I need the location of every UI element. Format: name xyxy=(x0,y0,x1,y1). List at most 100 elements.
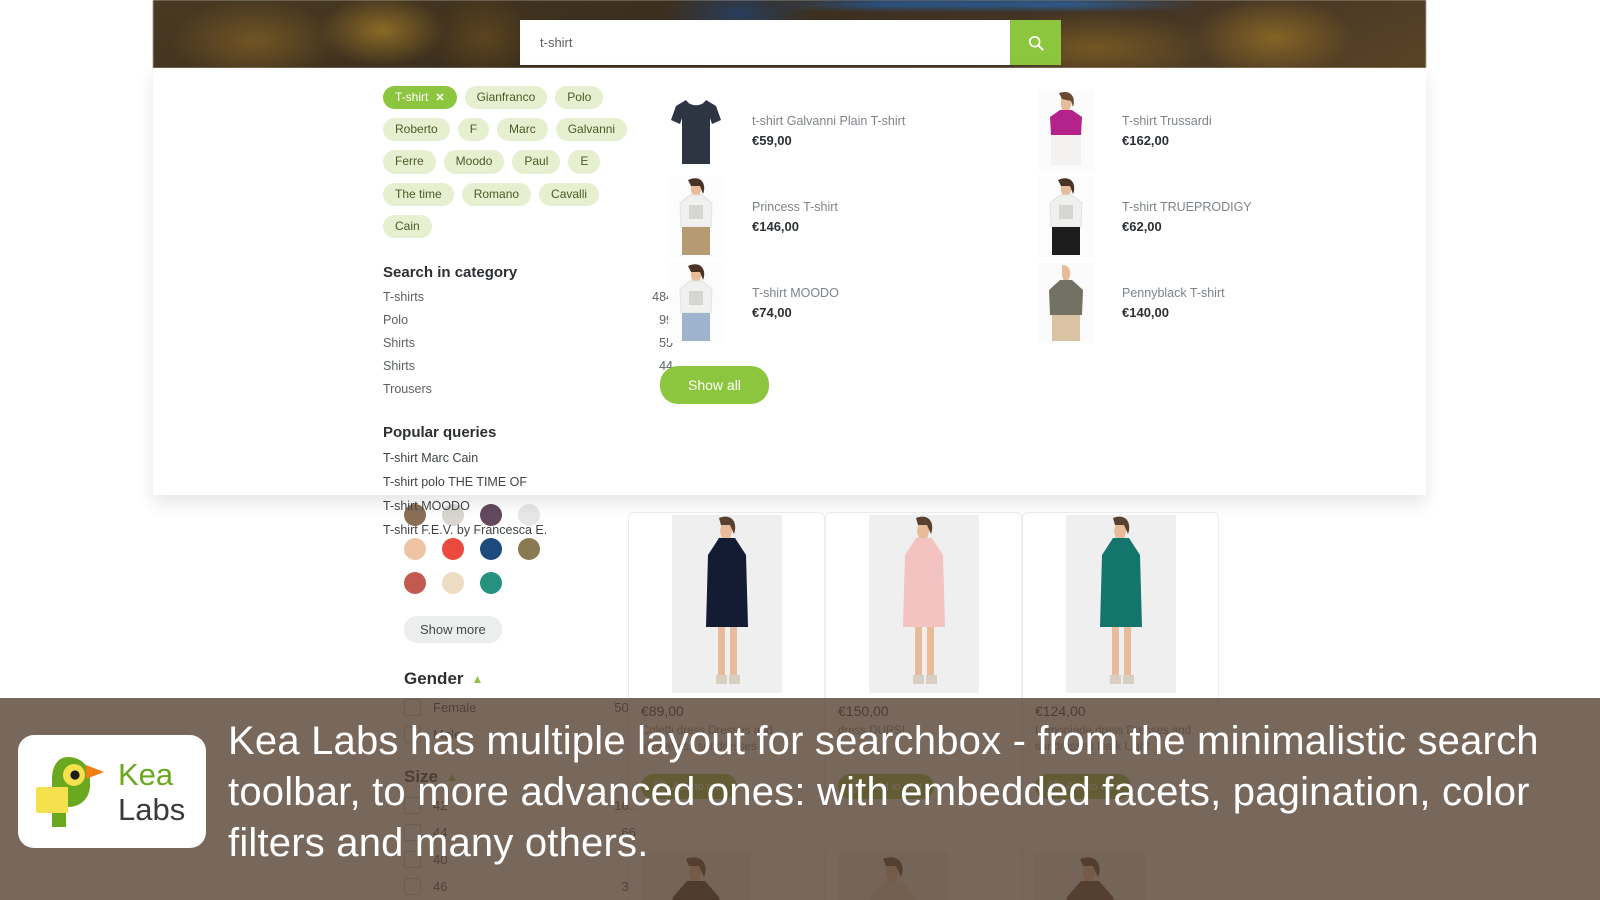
category-row[interactable]: Shirts 44 xyxy=(383,359,673,373)
category-row[interactable]: Shirts 55 xyxy=(383,336,673,350)
category-name: T-shirts xyxy=(383,289,424,304)
popular-queries-heading: Popular queries xyxy=(383,423,497,441)
brand-tag-label: Marc xyxy=(509,122,536,137)
show-all-button[interactable]: Show all xyxy=(660,366,769,404)
color-swatch[interactable] xyxy=(404,538,426,560)
search-icon xyxy=(1028,35,1044,51)
result-thumbnail xyxy=(1030,88,1102,174)
color-swatch[interactable] xyxy=(442,538,464,560)
facet-gender-title[interactable]: Gender ▲ xyxy=(404,669,636,689)
result-name: T-shirt MOODO xyxy=(752,286,839,300)
result-name: T-shirt TRUEPRODIGY xyxy=(1122,200,1252,214)
result-item[interactable]: T-shirt MOODO €74,00 xyxy=(660,260,1030,346)
facet-gender-label: Gender xyxy=(404,669,464,688)
brand-tag[interactable]: Gianfranco xyxy=(464,86,548,110)
result-price: €62,00 xyxy=(1122,219,1162,234)
result-name: t-shirt Galvanni Plain T-shirt xyxy=(752,114,906,128)
brand-tag-label: The time xyxy=(395,186,442,201)
result-item[interactable]: Princess T-shirt €146,00 xyxy=(660,174,1030,260)
brand-tag[interactable]: Polo xyxy=(555,86,604,110)
result-meta: Pennyblack T-shirt €140,00 xyxy=(1122,286,1225,320)
brand-tag-label: Galvanni xyxy=(567,122,616,137)
result-thumbnail xyxy=(660,260,732,346)
result-price: €140,00 xyxy=(1122,305,1169,320)
brand-tag[interactable]: Galvanni xyxy=(555,118,628,142)
result-meta: t-shirt Galvanni Plain T-shirt €59,00 xyxy=(752,114,905,148)
color-swatch[interactable] xyxy=(480,572,502,594)
result-price: €162,00 xyxy=(1122,133,1169,148)
category-name: Shirts xyxy=(383,335,415,350)
popular-query[interactable]: T-shirt polo THE TIME OF xyxy=(383,475,673,489)
brand-tag[interactable]: Cain xyxy=(383,214,432,238)
product-image xyxy=(1035,513,1206,693)
brand-tag[interactable]: Paul xyxy=(512,150,561,174)
result-meta: Princess T-shirt €146,00 xyxy=(752,200,838,234)
brand-tag-label: Roberto xyxy=(395,122,438,137)
popular-query[interactable]: T-shirt F.E.V. by Francesca E. xyxy=(383,523,673,537)
result-thumbnail xyxy=(1030,260,1102,346)
result-name: Pennyblack T-shirt xyxy=(1122,286,1225,300)
category-list: T-shirts 484 Polo 99 Shirts 55 Shirts 44 Trouser… xyxy=(383,290,673,396)
result-thumbnail xyxy=(660,174,732,260)
brand-tag-label: T-shirt xyxy=(395,90,429,104)
category-name: Trousers xyxy=(383,381,432,396)
brand-tag-label: F xyxy=(469,122,478,137)
search-input[interactable] xyxy=(520,20,1010,65)
result-item[interactable]: T-shirt TRUEPRODIGY €62,00 xyxy=(1030,174,1400,260)
brand-tag-label: Cavalli xyxy=(551,186,588,201)
search-bar xyxy=(520,20,1061,65)
category-row[interactable]: Polo 99 xyxy=(383,313,673,327)
result-name: Princess T-shirt xyxy=(752,200,838,214)
brand-tag-label: Cain xyxy=(395,218,420,233)
result-item[interactable]: T-shirt Trussardi €162,00 xyxy=(1030,88,1400,174)
banner-highlight xyxy=(773,0,1203,9)
category-row[interactable]: T-shirts 484 xyxy=(383,290,673,304)
brand-tag[interactable]: The time xyxy=(383,182,454,206)
brand-tag-label: Ferre xyxy=(395,154,424,169)
suggestions-left-column: T-shirt ✕ Gianfranco Polo Roberto F Marc Galvan… xyxy=(383,86,673,537)
brand-tag-list: T-shirt ✕ Gianfranco Polo Roberto F Marc Galvan… xyxy=(383,86,651,238)
brand-tag[interactable]: F xyxy=(457,118,490,142)
brand-tag[interactable]: T-shirt ✕ xyxy=(383,86,457,110)
category-row[interactable]: Trousers7 xyxy=(383,382,673,396)
brand-tag-label: E xyxy=(580,154,589,169)
color-swatch[interactable] xyxy=(404,572,426,594)
result-item[interactable]: Pennyblack T-shirt €140,00 xyxy=(1030,260,1400,346)
result-meta: T-shirt TRUEPRODIGY €62,00 xyxy=(1122,200,1252,234)
category-heading: Search in category xyxy=(383,263,518,281)
parrot-icon xyxy=(36,756,104,827)
brand-tag[interactable]: Roberto xyxy=(383,118,450,142)
color-swatch[interactable] xyxy=(518,538,540,560)
popular-query[interactable]: T-shirt MOODO xyxy=(383,499,673,513)
result-name: T-shirt Trussardi xyxy=(1122,114,1212,128)
brand-tag[interactable]: Ferre xyxy=(383,150,436,174)
result-thumbnail xyxy=(1030,174,1102,260)
brand-tag[interactable]: Cavalli xyxy=(539,182,600,206)
color-show-more-button[interactable]: Show more xyxy=(404,616,502,643)
search-button[interactable] xyxy=(1010,20,1061,65)
brand-tag[interactable]: Marc xyxy=(497,118,548,142)
remove-tag-icon[interactable]: ✕ xyxy=(435,92,444,104)
result-price: €74,00 xyxy=(752,305,792,320)
result-price: €146,00 xyxy=(752,219,799,234)
brand-tag[interactable]: E xyxy=(568,150,601,174)
brand-tag[interactable]: Romano xyxy=(461,182,532,206)
color-swatch[interactable] xyxy=(480,538,502,560)
product-image xyxy=(641,513,812,693)
brand-tag-label: Gianfranco xyxy=(476,90,536,104)
popular-queries-list: T-shirt Marc Cain T-shirt polo THE TIME O… xyxy=(383,451,673,537)
brand-tag[interactable]: Moodo xyxy=(443,150,505,174)
result-grid: t-shirt Galvanni Plain T-shirt €59,00 T-sh… xyxy=(660,88,1400,346)
result-thumbnail xyxy=(660,88,732,174)
chevron-up-icon: ▲ xyxy=(471,672,484,686)
logo-text-labs: Labs xyxy=(118,791,186,827)
suggestions-results-column: t-shirt Galvanni Plain T-shirt €59,00 T-sh… xyxy=(660,88,1400,404)
brand-tag-label: Polo xyxy=(567,90,592,104)
caption-text: Kea Labs has multiple layout for searchb… xyxy=(228,719,1539,866)
result-meta: T-shirt Trussardi €162,00 xyxy=(1122,114,1212,148)
popular-query[interactable]: T-shirt Marc Cain xyxy=(383,451,673,465)
search-suggestions-panel: T-shirt ✕ Gianfranco Polo Roberto F Marc Galvan… xyxy=(153,68,1426,537)
result-item[interactable]: t-shirt Galvanni Plain T-shirt €59,00 xyxy=(660,88,1030,174)
brand-tag-label: Paul xyxy=(524,154,549,169)
color-swatch[interactable] xyxy=(442,572,464,594)
